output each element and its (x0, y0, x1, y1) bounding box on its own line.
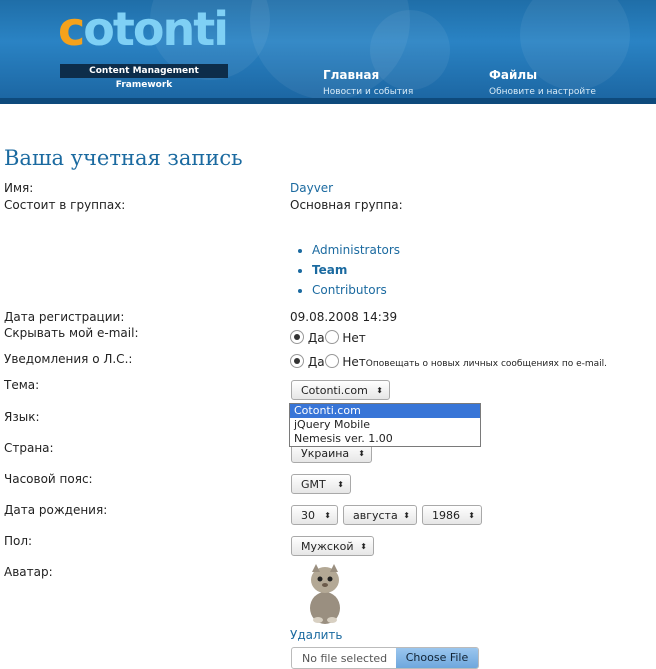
select-arrows-icon: ⬍ (360, 542, 367, 551)
birth-day-select[interactable]: 30 ⬍ (291, 505, 338, 525)
header-bottom-band (0, 98, 656, 104)
timezone-label: Часовой пояс: (4, 472, 93, 486)
file-status-text: No file selected (302, 652, 388, 665)
avatar-label: Аватар: (4, 565, 53, 579)
pm-notify-no-label: Нет (342, 355, 366, 369)
gender-label: Пол: (4, 534, 33, 548)
site-header: cotonti Content Management Framework Гла… (0, 0, 656, 104)
group-team[interactable]: Team (312, 260, 400, 280)
hide-email-label: Скрывать мой e-mail: (4, 326, 139, 340)
group-administrators[interactable]: Administrators (312, 240, 400, 260)
birth-month-select[interactable]: августа ⬍ (343, 505, 417, 525)
nav-home-subtitle: Новости и события (323, 87, 414, 97)
group-contributors[interactable]: Contributors (312, 280, 400, 300)
theme-select[interactable]: Cotonti.com ⬍ (291, 380, 390, 400)
choose-file-button[interactable]: Choose File (396, 648, 478, 668)
avatar-image (310, 564, 340, 624)
pm-notify-yes-label: Да (307, 355, 325, 369)
main-group-label: Основная группа: (290, 198, 403, 212)
reg-date-value: 09.08.2008 14:39 (290, 310, 398, 324)
select-arrows-icon: ⬍ (358, 449, 365, 458)
hide-email-no-radio[interactable] (324, 330, 339, 344)
theme-label: Тема: (4, 378, 40, 392)
country-label: Страна: (4, 441, 54, 455)
hide-email-no-label: Нет (342, 331, 366, 345)
nav-item-home[interactable]: Главная Новости и события (323, 68, 413, 97)
select-arrows-icon: ⬍ (337, 480, 344, 489)
gender-select-value: Мужской (301, 540, 354, 553)
reg-date-label: Дата регистрации: (4, 310, 125, 324)
theme-dropdown-list: Cotonti.com jQuery Mobile Nemesis ver. 1… (289, 403, 481, 447)
pm-notify-yes-radio[interactable] (290, 354, 304, 368)
gender-select[interactable]: Мужской ⬍ (291, 536, 374, 556)
pm-notify-no-radio[interactable] (324, 354, 339, 368)
theme-option-cotonti[interactable]: Cotonti.com (290, 404, 480, 418)
pm-notify-hint: Оповещать о новых личных сообщениях по e… (365, 359, 608, 369)
birth-year-select[interactable]: 1986 ⬍ (422, 505, 482, 525)
username-link[interactable]: Dayver (290, 181, 333, 195)
theme-option-jquery-mobile[interactable]: jQuery Mobile (290, 418, 480, 432)
group-list: Administrators Team Contributors (298, 240, 400, 300)
nav-home-title[interactable]: Главная (323, 68, 413, 82)
nav-files-title[interactable]: Файлы (489, 68, 596, 82)
birth-day-value: 30 (301, 509, 315, 522)
hide-email-yes-radio[interactable] (290, 330, 304, 344)
avatar-delete-link[interactable]: Удалить (290, 628, 343, 642)
birth-year-value: 1986 (432, 509, 460, 522)
select-arrows-icon: ⬍ (324, 511, 331, 520)
language-label: Язык: (4, 410, 40, 424)
name-label: Имя: (4, 181, 34, 195)
birthdate-label: Дата рождения: (4, 503, 108, 517)
country-select-value: Украина (301, 447, 350, 460)
pm-notify-label: Уведомления о Л.С.: (4, 352, 133, 366)
groups-label: Состоит в группах: (4, 198, 126, 212)
nav-item-files[interactable]: Файлы Обновите и настройте (489, 68, 596, 97)
logo-tagline: Content Management Framework (60, 64, 228, 90)
timezone-select[interactable]: GMT ⬍ (291, 474, 351, 494)
timezone-select-value: GMT (301, 478, 326, 491)
nav-files-subtitle: Обновите и настройте (489, 87, 596, 97)
select-arrows-icon: ⬍ (468, 511, 475, 520)
pm-notify-radios: Да НетОповещать о новых личных сообщения… (290, 354, 607, 369)
theme-option-nemesis[interactable]: Nemesis ver. 1.00 (290, 432, 480, 446)
birth-month-value: августа (353, 509, 398, 522)
hide-email-radios: Да Нет (290, 330, 366, 345)
cotonti-logo[interactable]: cotonti (58, 2, 229, 56)
hide-email-yes-label: Да (307, 331, 325, 345)
select-arrows-icon: ⬍ (403, 511, 410, 520)
theme-select-value: Cotonti.com (301, 384, 368, 397)
select-arrows-icon: ⬍ (376, 386, 383, 395)
page-title: Ваша учетная запись (4, 146, 243, 170)
avatar-file-input[interactable]: No file selected Choose File (291, 647, 479, 669)
